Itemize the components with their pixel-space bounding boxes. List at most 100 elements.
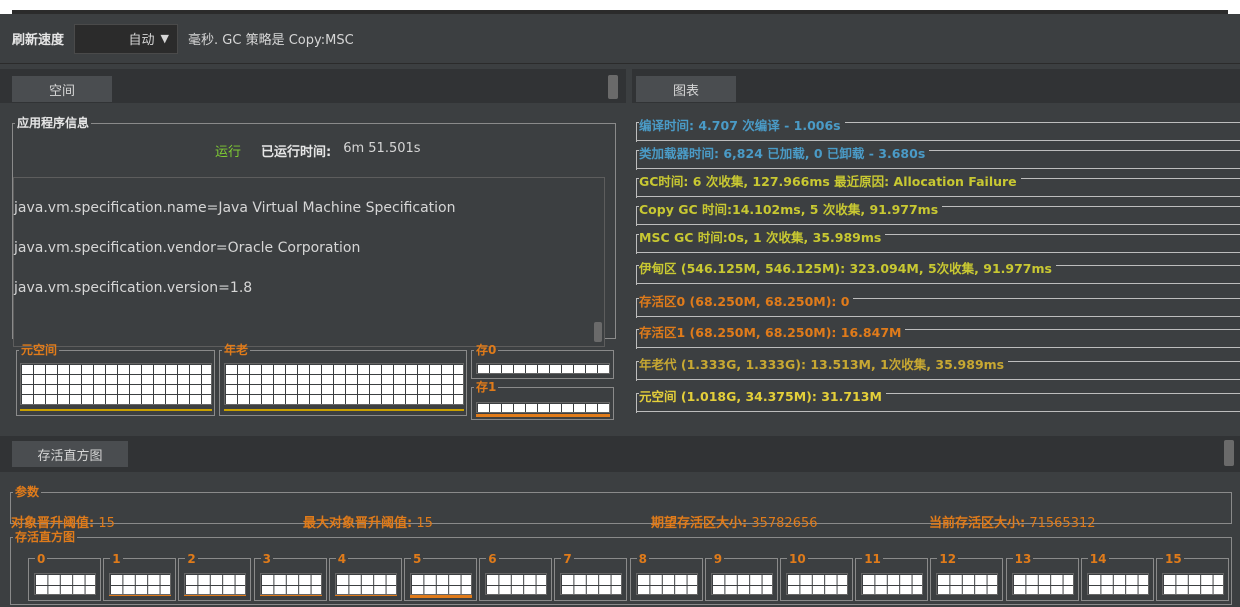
histogram-bucket: 15 xyxy=(1156,553,1229,601)
graph-title: 编译时间: 4.707 次编译 - 1.006s xyxy=(639,115,845,134)
graph-row-msc-gc: MSC GC 时间:0s, 1 次收集, 35.989ms xyxy=(636,227,1240,254)
metaspace-grid xyxy=(20,363,212,405)
old-gen-grid xyxy=(224,363,464,405)
histogram-bucket-grid xyxy=(259,573,322,595)
histogram-bucket-grid xyxy=(34,573,96,595)
graph-title: 伊甸区 (546.125M, 546.125M): 323.094M, 5次收集… xyxy=(639,258,1056,277)
histogram-bucket-label: 0 xyxy=(35,552,48,566)
histogram-bucket-grid xyxy=(410,573,472,595)
histogram-bucket-grid xyxy=(109,573,172,595)
uptime-label: 已运行时间: xyxy=(261,145,332,160)
histogram-bucket-label: 7 xyxy=(561,552,574,566)
graph-title: 类加载器时间: 6,824 已加载, 0 已卸载 - 3.680s xyxy=(639,143,930,162)
app-info-panel: 应用程序信息 运行 已运行时间: 6m 51.501s java.vm.spec… xyxy=(12,116,616,347)
histogram-bucket-fill xyxy=(184,595,247,596)
histogram-bucket: 10 xyxy=(780,553,853,601)
survivor1-label: 存1 xyxy=(476,380,497,394)
tenuring-threshold-value: 15 xyxy=(98,516,115,531)
graph-title: 元空间 (1.018G, 34.375M): 31.713M xyxy=(639,386,886,405)
histogram-bucket-label: 15 xyxy=(1163,552,1184,566)
histogram-bucket-grid xyxy=(635,573,698,595)
histogram-tabbar: 存活直方图 xyxy=(0,436,1240,472)
survivor1-grid xyxy=(476,402,610,413)
space-scrollbar[interactable] xyxy=(608,75,618,99)
params-title: 参数 xyxy=(15,485,40,499)
refresh-rate-select[interactable]: 自动 ▼ xyxy=(74,23,179,54)
refresh-rate-value: 自动 xyxy=(128,33,155,48)
current-survivor-size: 当前存活区大小: 71565312 xyxy=(929,512,1096,531)
graph-row-old-gen: 年老代 (1.333G, 1.333G): 13.513M, 1次收集, 35.… xyxy=(636,354,1240,381)
refresh-rate-label: 刷新速度 xyxy=(12,33,65,48)
desired-survivor-label: 期望存活区大小: xyxy=(651,516,748,531)
params-panel: 参数 对象晋升阈值: 15 最大对象晋升阈值: 15 期望存活区大小: 3578… xyxy=(10,485,1232,531)
histogram-bucket: 9 xyxy=(704,553,778,601)
desired-survivor-size: 期望存活区大小: 35782656 xyxy=(651,512,818,531)
histogram-bucket-grid xyxy=(786,573,848,595)
max-tenuring-label: 最大对象晋升阈值: xyxy=(303,516,413,531)
properties-scrollbar[interactable] xyxy=(594,322,602,342)
histogram-bucket-grid xyxy=(485,573,548,595)
survivor1-usage-bar xyxy=(476,414,610,417)
graph-row-eden: 伊甸区 (546.125M, 546.125M): 323.094M, 5次收集… xyxy=(636,258,1240,285)
graph-title: MSC GC 时间:0s, 1 次收集, 35.989ms xyxy=(639,227,886,246)
old-gen-usage-bar xyxy=(224,409,464,411)
graph-tabbar: 图表 xyxy=(632,69,1240,103)
graph-row-compile: 编译时间: 4.707 次编译 - 1.006s xyxy=(636,115,1240,142)
graph-row-classloader: 类加载器时间: 6,824 已加载, 0 已卸载 - 3.680s xyxy=(636,143,1240,170)
histogram-bucket-grid xyxy=(1011,573,1074,595)
chevron-down-icon: ▼ xyxy=(160,32,170,45)
histogram-bucket-fill xyxy=(259,595,322,596)
histogram-bucket-label: 6 xyxy=(486,552,499,566)
graph-title: GC时间: 6 次收集, 127.966ms 最近原因: Allocation … xyxy=(639,171,1021,190)
gc-policy-info: 毫秒. GC 策略是 Copy:MSC xyxy=(188,33,354,48)
current-survivor-value: 71565312 xyxy=(1029,516,1096,531)
histogram-bucket-grid xyxy=(710,573,773,595)
histogram-scrollbar[interactable] xyxy=(1224,440,1234,466)
histogram-bucket-grid xyxy=(334,573,397,595)
histogram-bucket-fill xyxy=(410,595,472,598)
graph-title: 存活区1 (68.250M, 68.250M): 16.847M xyxy=(639,322,906,341)
histogram-bucket: 11 xyxy=(855,552,929,601)
window-top-strip xyxy=(0,0,1240,14)
desired-survivor-value: 35782656 xyxy=(751,516,818,531)
histogram-bucket-grid xyxy=(861,573,924,595)
metaspace-label: 元空间 xyxy=(21,343,58,357)
histogram-bucket-label: 5 xyxy=(411,552,424,566)
histogram-bucket: 1 xyxy=(103,552,177,601)
max-tenuring-value: 15 xyxy=(416,516,433,531)
histogram-bucket-label: 11 xyxy=(862,552,883,566)
histogram-bucket-label: 1 xyxy=(110,552,123,566)
graph-title: 存活区0 (68.250M, 68.250M): 0 xyxy=(639,291,854,310)
tab-space[interactable]: 空间 xyxy=(12,76,112,102)
graph-row-survivor0: 存活区0 (68.250M, 68.250M): 0 xyxy=(636,291,1240,318)
current-survivor-label: 当前存活区大小: xyxy=(929,516,1026,531)
tenuring-threshold-label: 对象晋升阈值: xyxy=(11,516,95,531)
histogram-bucket-label: 10 xyxy=(787,552,808,566)
histogram-bucket-fill xyxy=(109,595,172,596)
histogram-bucket-grid xyxy=(560,573,623,595)
properties-list[interactable]: java.vm.specification.name=Java Virtual … xyxy=(13,177,605,347)
histogram-bucket-label: 14 xyxy=(1087,552,1109,566)
histogram-bucket-grid xyxy=(936,573,999,595)
histogram-bucket: 4 xyxy=(328,552,402,601)
tab-graph[interactable]: 图表 xyxy=(636,76,736,102)
metaspace-usage-bar xyxy=(20,409,212,411)
app-info-title: 应用程序信息 xyxy=(17,116,90,130)
histogram-bucket-label: 3 xyxy=(260,552,273,566)
histogram-bucket-label: 8 xyxy=(636,552,649,566)
histogram-bucket-label: 4 xyxy=(335,552,349,566)
tenuring-threshold: 对象晋升阈值: 15 xyxy=(11,512,115,531)
histogram-bucket: 7 xyxy=(554,552,628,601)
histogram-bucket-label: 12 xyxy=(937,552,959,566)
graph-row-survivor1: 存活区1 (68.250M, 68.250M): 16.847M xyxy=(636,322,1240,349)
graph-row-copy-gc: Copy GC 时间:14.102ms, 5 次收集, 91.977ms xyxy=(636,199,1240,226)
histogram-bucket: 14 xyxy=(1080,552,1154,601)
graph-title: Copy GC 时间:14.102ms, 5 次收集, 91.977ms xyxy=(639,199,943,218)
space-tabbar: 空间 xyxy=(0,69,626,103)
uptime-value: 6m 51.501s xyxy=(343,141,421,156)
graph-row-metaspace: 元空间 (1.018G, 34.375M): 31.713M xyxy=(636,386,1240,413)
property-line: java.vm.specification.name=Java Virtual … xyxy=(14,200,456,216)
histogram-bucket-grid xyxy=(1086,573,1149,595)
histogram-title: 存活直方图 xyxy=(15,530,76,544)
tab-histogram[interactable]: 存活直方图 xyxy=(12,441,128,467)
